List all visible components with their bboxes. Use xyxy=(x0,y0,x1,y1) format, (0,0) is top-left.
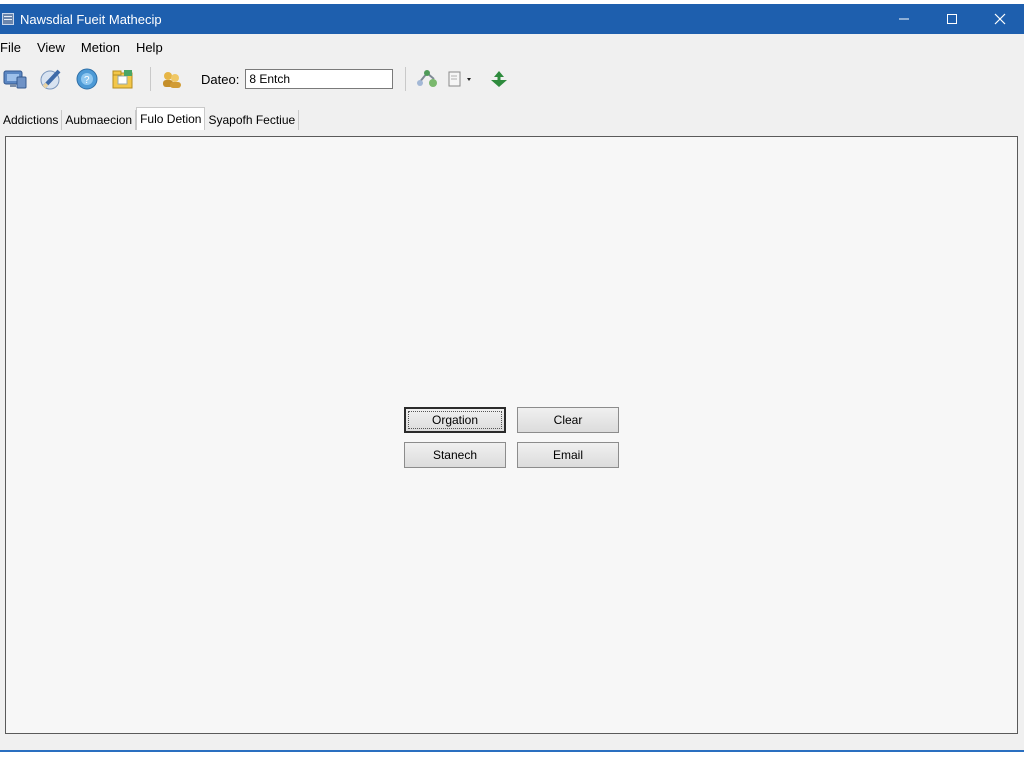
maximize-button[interactable] xyxy=(928,4,976,34)
application-window: Nawsdial Fueit Mathecip File View Metion… xyxy=(0,4,1024,752)
add-arrows-button[interactable] xyxy=(484,64,514,94)
svg-text:?: ? xyxy=(84,75,90,86)
computer-button[interactable] xyxy=(0,64,30,94)
menu-bar: File View Metion Help xyxy=(0,36,1024,58)
tab-syapofh-fectiue[interactable]: Syapofh Fectiue xyxy=(205,110,300,130)
minimize-button[interactable] xyxy=(880,4,928,34)
pencil-icon xyxy=(40,69,61,90)
window-title: Nawsdial Fueit Mathecip xyxy=(20,11,162,27)
stanech-button[interactable]: Stanech xyxy=(404,442,506,468)
users-icon xyxy=(163,72,181,88)
toolbar-separator xyxy=(150,67,151,91)
edit-button[interactable] xyxy=(36,64,66,94)
window-controls xyxy=(880,4,1024,34)
tab-aubmaecion[interactable]: Aubmaecion xyxy=(62,110,137,130)
menu-metion[interactable]: Metion xyxy=(81,40,128,55)
toolbar: ? Dateo: xyxy=(0,62,1024,96)
users-button[interactable] xyxy=(157,64,187,94)
folder-button[interactable] xyxy=(108,64,138,94)
document-dropdown-icon xyxy=(448,71,472,87)
computer-icon xyxy=(3,70,27,89)
minimize-icon xyxy=(899,18,909,20)
orgation-button[interactable]: Orgation xyxy=(404,407,506,433)
menu-help[interactable]: Help xyxy=(136,40,171,55)
email-button[interactable]: Email xyxy=(517,442,619,468)
tab-fulo-detion[interactable]: Fulo Detion xyxy=(136,107,206,130)
tab-strip: Addictions Aubmaecion Fulo Detion Syapof… xyxy=(0,107,1024,130)
close-button[interactable] xyxy=(976,4,1024,34)
menu-file[interactable]: File xyxy=(0,40,29,55)
add-arrows-icon xyxy=(491,71,508,87)
network-icon xyxy=(417,70,438,87)
help-button[interactable]: ? xyxy=(72,64,102,94)
clear-button[interactable]: Clear xyxy=(517,407,619,433)
close-icon xyxy=(994,13,1006,25)
network-button[interactable] xyxy=(412,64,442,94)
title-bar[interactable]: Nawsdial Fueit Mathecip xyxy=(0,4,1024,34)
date-label: Dateo: xyxy=(201,71,240,87)
menu-view[interactable]: View xyxy=(37,40,73,55)
folder-icon xyxy=(112,70,133,89)
help-icon: ? xyxy=(76,68,98,90)
date-field[interactable] xyxy=(245,69,394,89)
maximize-icon xyxy=(947,14,957,24)
tab-addictions[interactable]: Addictions xyxy=(0,110,63,130)
document-dropdown-button[interactable] xyxy=(444,64,478,94)
status-bar xyxy=(0,734,1024,750)
toolbar-separator xyxy=(405,67,407,91)
app-icon xyxy=(2,13,14,25)
tab-content-panel: Orgation Clear Stanech Email xyxy=(5,136,1018,734)
